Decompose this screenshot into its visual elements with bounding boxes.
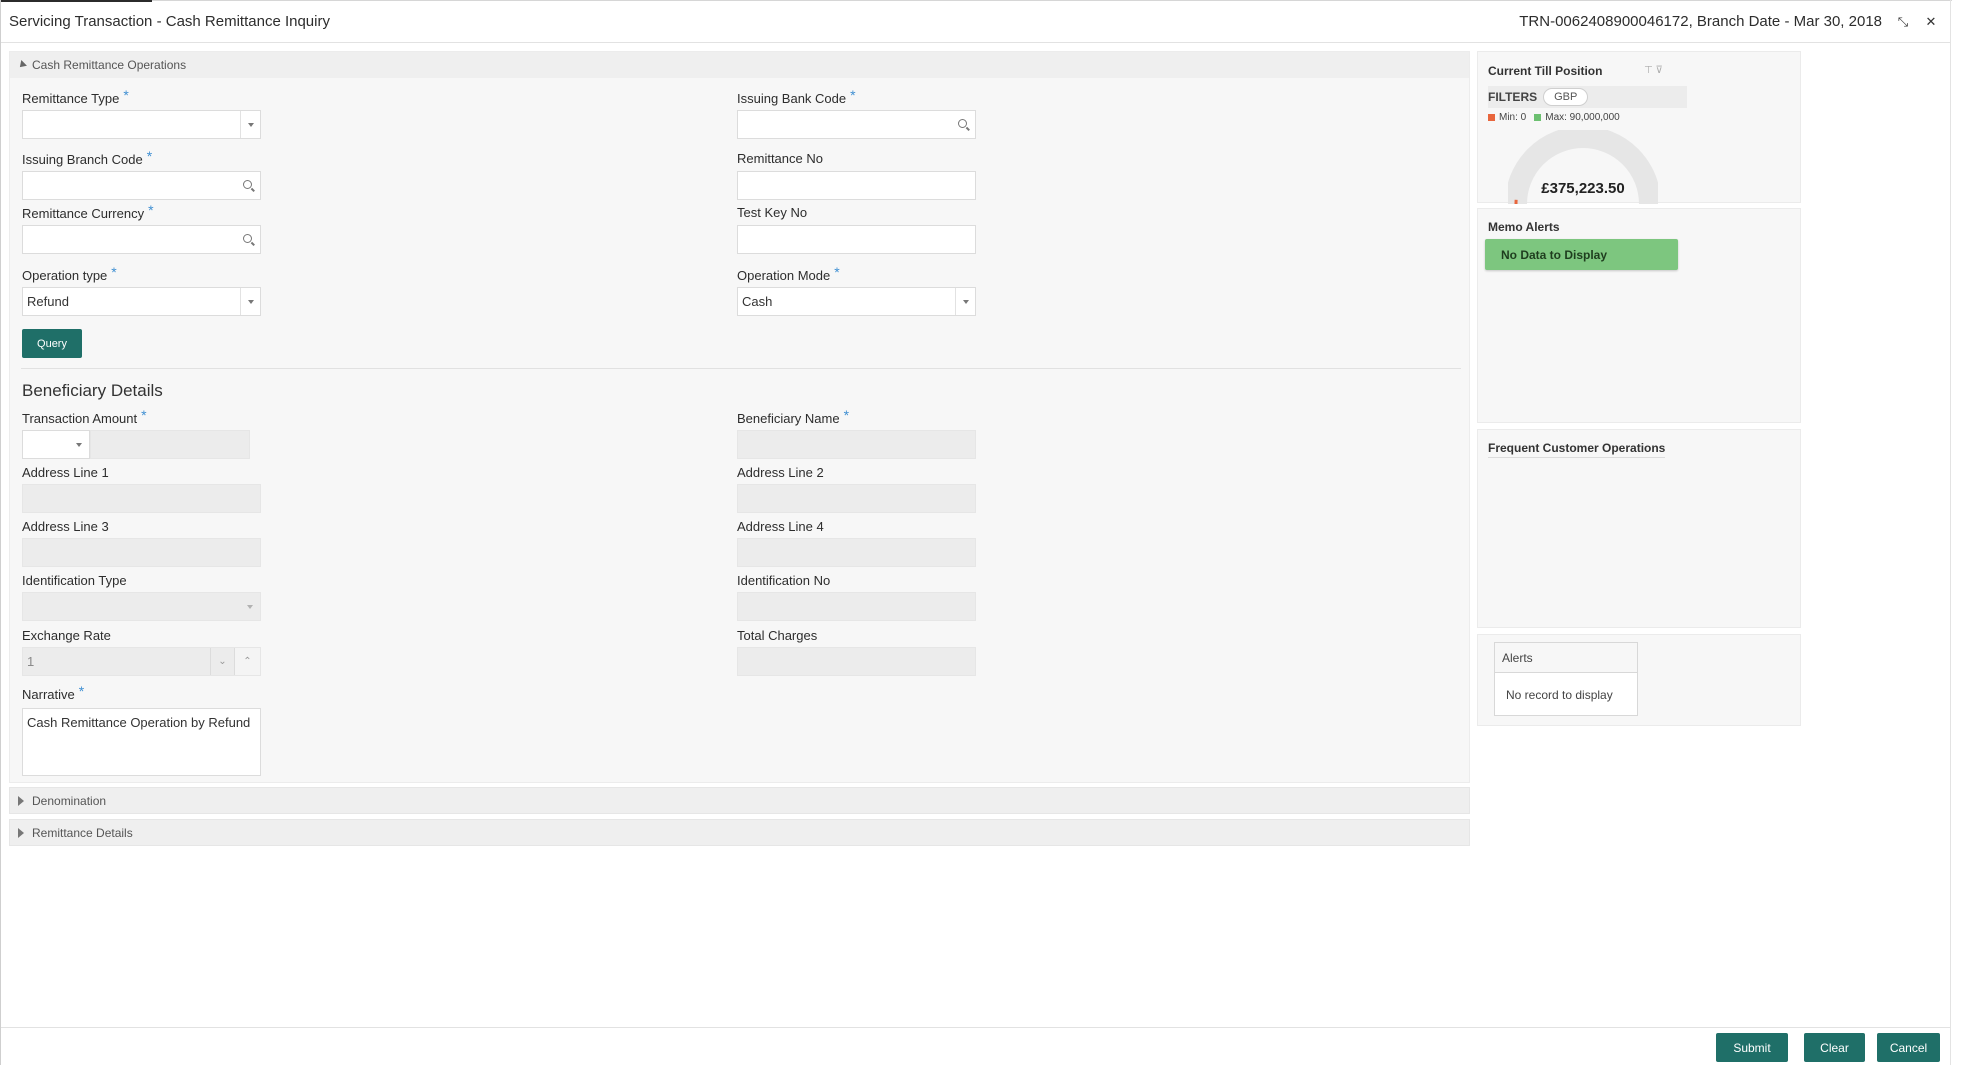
address-line-1-label: Address Line 1 [22,465,109,480]
frequent-ops-title: Frequent Customer Operations [1488,441,1666,458]
remittance-currency-label: Remittance Currency * [22,202,154,221]
left-border [0,0,1,1065]
narrative-label: Narrative * [22,683,85,702]
till-position-title: Current Till Position [1488,64,1603,78]
increment-icon[interactable]: ⌃ [234,648,260,675]
currency-filter-chip[interactable]: GBP [1543,88,1589,106]
denomination-section-header[interactable]: Denomination [9,787,1470,814]
alerts-empty-text: No record to display [1506,687,1613,702]
total-charges-label: Total Charges [737,628,818,643]
alerts-widget: Alerts No record to display [1477,634,1801,726]
address-line-4-input[interactable] [737,538,976,567]
legend-max: Max: 90,000,000 [1534,112,1620,123]
test-key-no-label: Test Key No [737,205,808,220]
remittance-type-select[interactable] [22,110,261,139]
filters-row: FILTERS GBP [1488,86,1687,108]
remittance-details-label: Remittance Details [32,825,133,840]
filter-icon[interactable]: ⊤ ⊽ [1644,65,1663,76]
address-line-2-label: Address Line 2 [737,465,824,480]
address-line-3-label: Address Line 3 [22,519,109,534]
chevron-down-icon [69,431,89,458]
remittance-type-label: Remittance Type * [22,87,129,106]
expand-caret-icon [18,795,24,806]
till-amount: £375,223.50 [1541,180,1625,197]
right-border [1950,0,1951,1065]
operation-type-select[interactable]: Refund [22,287,261,316]
remittance-no-input[interactable] [737,171,976,200]
no-data-banner: No Data to Display [1485,239,1678,270]
memo-alerts-title: Memo Alerts [1488,220,1560,234]
current-till-position-widget: Current Till Position ⊤ ⊽ FILTERS GBP Mi… [1477,51,1801,204]
narrative-textarea[interactable]: Cash Remittance Operation by Refund [22,708,261,776]
total-charges-input[interactable] [737,647,976,676]
footer-bar [1,1027,1950,1065]
remittance-currency-input[interactable] [22,225,261,254]
beneficiary-details-title: Beneficiary Details [22,381,163,400]
section-label: Cash Remittance Operations [32,58,187,72]
transaction-currency-select[interactable] [22,430,90,459]
decrement-icon[interactable]: ⌄ [210,648,234,675]
window-header: Servicing Transaction - Cash Remittance … [1,1,1950,43]
issuing-branch-code-input[interactable] [22,171,261,200]
memo-alerts-widget: Memo Alerts No Data to Display [1477,208,1801,423]
minimize-icon[interactable]: ⤡ [1896,14,1910,29]
beneficiary-name-input[interactable] [737,430,976,459]
collapse-caret-icon [17,60,27,70]
address-line-3-input[interactable] [22,538,261,567]
issuing-bank-code-label: Issuing Bank Code * [737,87,856,106]
cash-remittance-operations-header[interactable]: Cash Remittance Operations [10,52,1469,78]
remittance-details-section-header[interactable]: Remittance Details [9,819,1470,846]
legend-min: Min: 0 [1488,112,1526,123]
chevron-down-icon [955,288,975,315]
header-info: TRN-0062408900046172, Branch Date - Mar … [1519,13,1938,30]
operation-type-label: Operation type * [22,264,117,283]
transaction-amount-label: Transaction Amount * [22,407,147,426]
filters-label: FILTERS [1488,90,1538,104]
address-line-4-label: Address Line 4 [737,519,824,534]
identification-type-select[interactable] [22,592,261,621]
alerts-title: Alerts [1495,643,1637,673]
issuing-bank-code-input[interactable] [737,110,976,139]
expand-caret-icon [18,827,24,838]
transaction-amount-input[interactable] [90,430,250,459]
gauge-legend: Min: 0 Max: 90,000,000 [1488,112,1620,123]
address-line-2-input[interactable] [737,484,976,513]
page-title: Servicing Transaction - Cash Remittance … [9,13,330,30]
transaction-info: TRN-0062408900046172, Branch Date - Mar … [1519,13,1882,30]
search-icon[interactable] [243,234,252,243]
query-button[interactable]: Query [22,329,82,358]
min-swatch-icon [1488,113,1495,121]
operation-mode-label: Operation Mode * [737,264,840,283]
operation-mode-select[interactable]: Cash [737,287,976,316]
close-icon[interactable]: ✕ [1924,14,1938,29]
exchange-rate-stepper[interactable]: 1 ⌄ ⌃ [22,647,261,676]
chevron-down-icon [240,111,260,138]
alerts-box: Alerts No record to display [1494,642,1638,716]
frequent-customer-operations-widget: Frequent Customer Operations [1477,429,1801,628]
beneficiary-name-label: Beneficiary Name * [737,407,850,426]
address-line-1-input[interactable] [22,484,261,513]
search-icon[interactable] [243,180,252,189]
max-swatch-icon [1534,113,1542,121]
section-divider [21,368,1461,369]
chevron-down-icon [240,593,260,620]
identification-type-label: Identification Type [22,573,127,588]
identification-no-label: Identification No [737,573,831,588]
exchange-rate-label: Exchange Rate [22,628,111,643]
search-icon[interactable] [958,119,967,128]
clear-button[interactable]: Clear [1804,1033,1865,1062]
identification-no-input[interactable] [737,592,976,621]
test-key-no-input[interactable] [737,225,976,254]
denomination-label: Denomination [32,793,107,808]
issuing-branch-code-label: Issuing Branch Code * [22,148,153,167]
cash-remittance-operations-panel: Cash Remittance Operations Remittance Ty… [9,51,1470,783]
chevron-down-icon [240,288,260,315]
submit-button[interactable]: Submit [1716,1033,1788,1062]
cancel-button[interactable]: Cancel [1877,1033,1940,1062]
remittance-no-label: Remittance No [737,151,823,166]
